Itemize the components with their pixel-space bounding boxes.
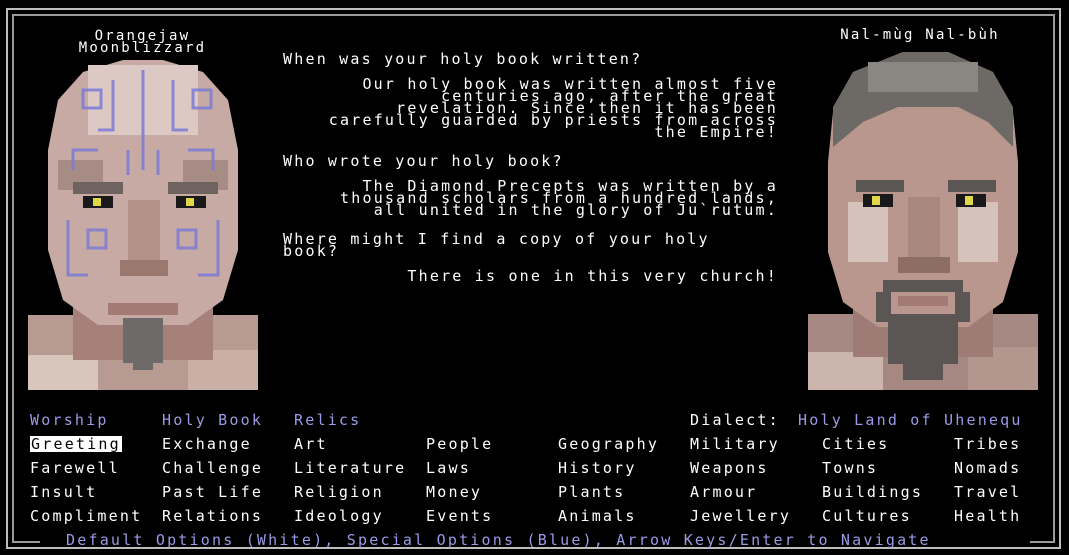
menu-item-events[interactable]: Events: [426, 508, 493, 524]
special-option-worship[interactable]: Worship: [30, 412, 109, 428]
menu-item-health[interactable]: Health: [954, 508, 1021, 524]
footer-help-text: Default Options (White), Special Options…: [66, 531, 931, 549]
menu-item-ideology[interactable]: Ideology: [294, 508, 384, 524]
menu-item-greeting[interactable]: Greeting: [30, 436, 122, 452]
menu-item-armour[interactable]: Armour: [690, 484, 757, 500]
special-option-relics[interactable]: Relics: [294, 412, 361, 428]
menu-item-challenge[interactable]: Challenge: [162, 460, 263, 476]
menu-item-past-life[interactable]: Past Life: [162, 484, 263, 500]
menu-item-buildings[interactable]: Buildings: [822, 484, 923, 500]
menu-item-cultures[interactable]: Cultures: [822, 508, 912, 524]
dialogue-answer: There is one in this very church!: [407, 267, 778, 285]
npc-left-name: Orangejaw Moonblizzard: [78, 28, 207, 56]
menu-item-plants[interactable]: Plants: [558, 484, 625, 500]
menu-item-travel[interactable]: Travel: [954, 484, 1021, 500]
npc-right-portrait: [808, 52, 1038, 390]
menu-item-religion[interactable]: Religion: [294, 484, 384, 500]
menu-item-laws[interactable]: Laws: [426, 460, 471, 476]
dialogue-answer: Our holy book was written almost five ce…: [328, 75, 778, 141]
menu-item-animals[interactable]: Animals: [558, 508, 637, 524]
menu-item-weapons[interactable]: Weapons: [690, 460, 769, 476]
menu-item-art[interactable]: Art: [294, 436, 328, 452]
menu-item-insult[interactable]: Insult: [30, 484, 97, 500]
menu-item-relations[interactable]: Relations: [162, 508, 263, 524]
npc-left-portrait: [28, 60, 258, 390]
menu-item-military[interactable]: Military: [690, 436, 780, 452]
menu-item-cities[interactable]: Cities: [822, 436, 889, 452]
dialogue-question: Where might I find a copy of your holy b…: [283, 230, 710, 260]
menu-item-towns[interactable]: Towns: [822, 460, 878, 476]
special-option-holy-book[interactable]: Holy Book: [162, 412, 263, 428]
npc-right-name: Nal-mùg Nal-bùh: [840, 27, 1000, 43]
dialogue-answer: The Diamond Precepts was written by a th…: [340, 177, 778, 219]
menu-item-geography[interactable]: Geography: [558, 436, 659, 452]
dialogue-area: When was your holy book written? Our hol…: [283, 50, 778, 299]
menu-item-farewell[interactable]: Farewell: [30, 460, 120, 476]
dialogue-question: Who wrote your holy book?: [283, 152, 564, 170]
menu-item-tribes[interactable]: Tribes: [954, 436, 1021, 452]
menu-item-history[interactable]: History: [558, 460, 637, 476]
menu-item-jewellery[interactable]: Jewellery: [690, 508, 791, 524]
menu-item-exchange[interactable]: Exchange: [162, 436, 252, 452]
menu-item-compliment[interactable]: Compliment: [30, 508, 142, 524]
menu-item-literature[interactable]: Literature: [294, 460, 406, 476]
dialogue-question: When was your holy book written?: [283, 50, 643, 68]
menu-item-money[interactable]: Money: [426, 484, 482, 500]
menu-item-people[interactable]: People: [426, 436, 493, 452]
dialect-value: Holy Land of Uhenequ: [798, 411, 1023, 429]
dialect-label: Dialect:: [690, 411, 780, 429]
menu-item-nomads[interactable]: Nomads: [954, 460, 1021, 476]
